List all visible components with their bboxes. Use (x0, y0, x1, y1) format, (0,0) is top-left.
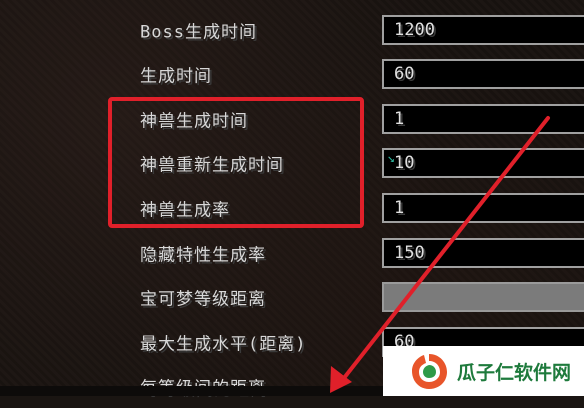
watermark-text: 瓜子仁软件网 (457, 361, 572, 384)
watermark-logo-icon (412, 354, 447, 389)
annotation-arrow-icon (330, 116, 550, 393)
watermark: 瓜子仁软件网 (383, 346, 584, 396)
